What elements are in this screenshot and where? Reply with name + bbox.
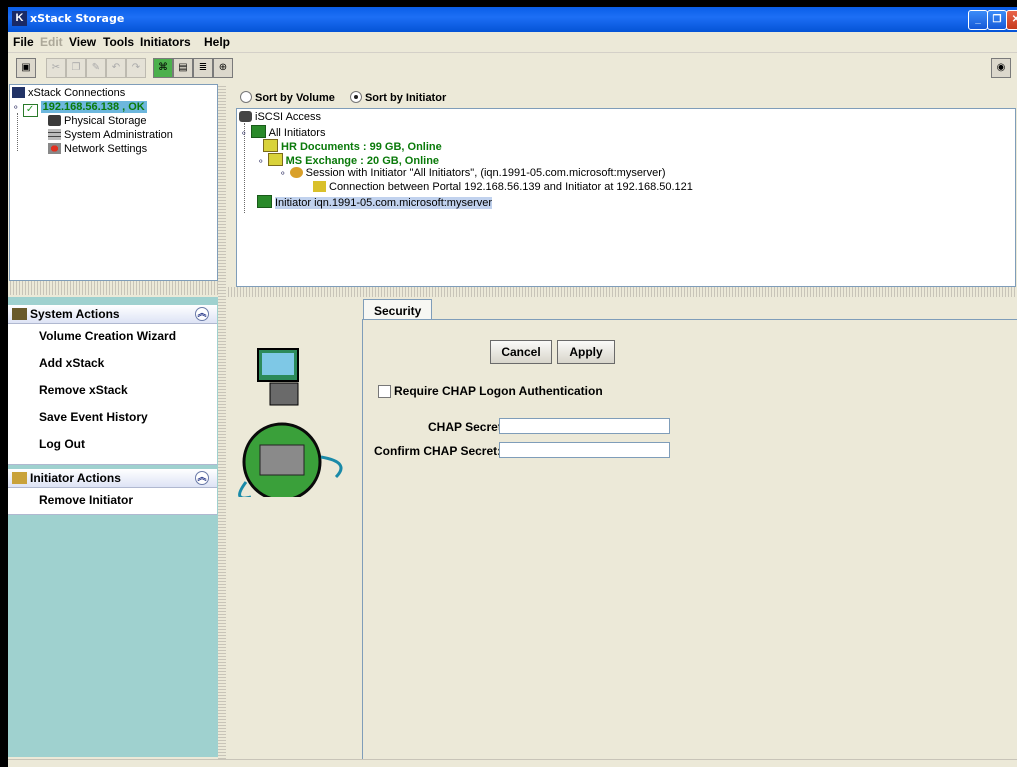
- tree-root[interactable]: xStack Connections: [12, 87, 125, 99]
- computer-icon: [257, 195, 272, 208]
- ok-check-icon: ✓: [22, 104, 38, 117]
- initiator-actions-icon: [12, 472, 27, 484]
- tree-iscsi-access[interactable]: iSCSI Access: [239, 111, 321, 123]
- chap-secret-label: CHAP Secret:: [428, 420, 506, 434]
- tree-all-initiators[interactable]: ⚬ All Initiators: [240, 125, 325, 139]
- volume-icon: [267, 153, 283, 166]
- system-actions-icon: [12, 308, 27, 320]
- collapse-icon[interactable]: ︽: [195, 307, 209, 321]
- chap-secret-field[interactable]: [499, 418, 670, 434]
- vertical-splitter[interactable]: [218, 84, 226, 759]
- left-splitter[interactable]: [8, 281, 218, 295]
- initiator-actions-list: Remove Initiator: [8, 488, 217, 515]
- connection-icon: [313, 181, 326, 192]
- tree-initiator[interactable]: Initiator iqn.1991-05.com.microsoft:myse…: [257, 195, 493, 209]
- computer-icon: [250, 125, 266, 138]
- menu-help[interactable]: Help: [204, 35, 230, 49]
- disk-icon[interactable]: ▤: [173, 58, 193, 78]
- close-button[interactable]: ✕: [1006, 10, 1017, 30]
- menu-file[interactable]: File: [13, 35, 34, 49]
- status-bar: [8, 759, 1017, 767]
- menu-edit[interactable]: Edit: [40, 35, 63, 49]
- volume-icon: [263, 139, 278, 152]
- help-icon[interactable]: ◉: [991, 58, 1011, 78]
- tree-volume-ms-exchange[interactable]: ⚬ MS Exchange : 20 GB, Online: [257, 153, 439, 167]
- undo-icon[interactable]: ↶: [106, 58, 126, 78]
- window-title: xStack Storage: [30, 12, 125, 25]
- action-volume-creation-wizard[interactable]: Volume Creation Wizard: [39, 329, 176, 343]
- action-save-event-history[interactable]: Save Event History: [39, 410, 148, 424]
- tree-item-physical-storage[interactable]: Physical Storage: [48, 115, 147, 127]
- system-actions-header[interactable]: System Actions ︽: [8, 305, 217, 324]
- app-icon: K: [12, 11, 27, 26]
- menu-tools[interactable]: Tools: [103, 35, 134, 49]
- connections-tree-panel: xStack Connections ⚬ ✓ 192.168.56.138 , O…: [9, 84, 218, 281]
- server-icon: [48, 129, 61, 140]
- system-actions-list: Volume Creation Wizard Add xStack Remove…: [8, 324, 217, 465]
- sort-by-volume-radio[interactable]: Sort by Volume: [240, 91, 335, 104]
- copy-icon[interactable]: ❐: [66, 58, 86, 78]
- iscsi-icon: [239, 111, 252, 122]
- tree-item-network-settings[interactable]: Network Settings: [48, 143, 147, 155]
- radio-selected-icon: [349, 91, 362, 103]
- action-remove-xstack[interactable]: Remove xStack: [39, 383, 128, 397]
- redo-icon[interactable]: ↷: [126, 58, 146, 78]
- menu-bar: File Edit View Tools Initiators Help: [8, 32, 1017, 52]
- session-icon: [289, 167, 303, 178]
- action-log-out[interactable]: Log Out: [39, 437, 85, 451]
- require-chap-checkbox[interactable]: [378, 385, 391, 398]
- actions-pane: System Actions ︽ Volume Creation Wizard …: [8, 297, 218, 757]
- menu-initiators[interactable]: Initiators: [140, 35, 191, 49]
- apply-button[interactable]: Apply: [557, 340, 615, 364]
- radio-icon: [240, 91, 252, 103]
- tree-volume-hr-documents[interactable]: HR Documents : 99 GB, Online: [263, 139, 442, 153]
- illustration-area: [226, 297, 362, 757]
- connect-icon[interactable]: ▣: [16, 58, 36, 78]
- expand-handle-icon[interactable]: ⚬: [12, 102, 20, 112]
- xstack-icon: [12, 87, 25, 98]
- menu-view[interactable]: View: [69, 35, 96, 49]
- confirm-chap-secret-field[interactable]: [499, 442, 670, 458]
- expand-handle-icon[interactable]: ⚬: [240, 128, 248, 138]
- initiator-actions-header[interactable]: Initiator Actions ︽: [8, 469, 217, 488]
- maximize-button[interactable]: ❐: [987, 10, 1007, 30]
- iscsi-icon[interactable]: ⌘: [153, 58, 173, 78]
- storage-illustration: [238, 348, 343, 502]
- minimize-button[interactable]: _: [968, 10, 988, 30]
- toolbar: ▣ ✂ ❐ ✎ ↶ ↷ ⌘ ▤ ≣ ⊕ ◉: [8, 52, 1017, 81]
- action-remove-initiator[interactable]: Remove Initiator: [39, 493, 133, 507]
- title-bar[interactable]: K xStack Storage _ ❐ ✕: [8, 7, 1017, 32]
- expand-handle-icon[interactable]: ⚬: [257, 156, 265, 166]
- server-icon[interactable]: ≣: [193, 58, 213, 78]
- sort-by-initiator-radio[interactable]: Sort by Initiator: [349, 91, 446, 104]
- tree-item-system-administration[interactable]: System Administration: [48, 129, 173, 141]
- network-icon[interactable]: ⊕: [213, 58, 233, 78]
- disk-icon: [48, 115, 61, 126]
- collapse-icon[interactable]: ︽: [195, 471, 209, 485]
- cancel-button[interactable]: Cancel: [490, 340, 552, 364]
- require-chap-label: Require CHAP Logon Authentication: [394, 384, 603, 398]
- confirm-chap-secret-label: Confirm CHAP Secret:: [374, 444, 502, 458]
- network-icon: [48, 143, 61, 154]
- tree-session[interactable]: ⚬ Session with Initiator "All Initiators…: [279, 167, 666, 179]
- edit-icon[interactable]: ✎: [86, 58, 106, 78]
- tree-connection[interactable]: Connection between Portal 192.168.56.139…: [313, 181, 693, 193]
- right-splitter[interactable]: [226, 287, 1017, 297]
- action-add-xstack[interactable]: Add xStack: [39, 356, 104, 370]
- expand-handle-icon[interactable]: ⚬: [279, 168, 287, 178]
- security-panel: Cancel Apply Require CHAP Logon Authenti…: [362, 319, 1017, 761]
- cut-icon[interactable]: ✂: [46, 58, 66, 78]
- iscsi-tree-panel: iSCSI Access ⚬ All Initiators HR Documen…: [236, 108, 1016, 287]
- sort-options: Sort by Volume Sort by Initiator: [240, 91, 446, 104]
